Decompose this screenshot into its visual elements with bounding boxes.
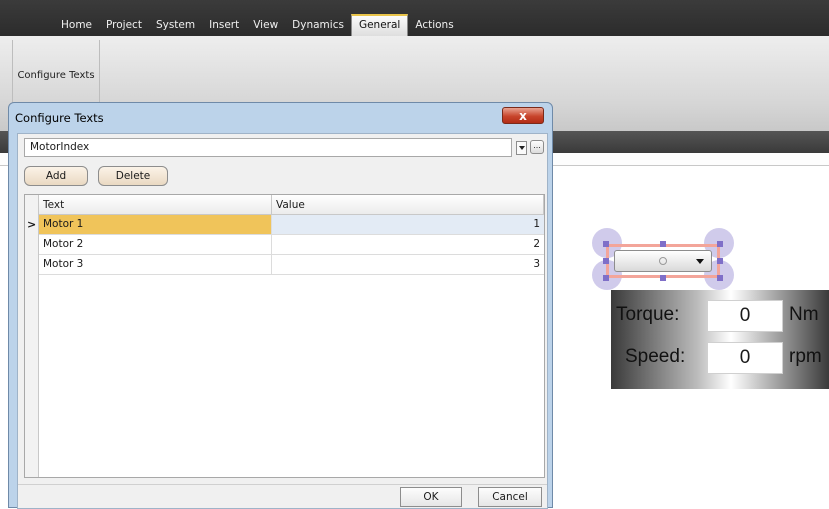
table-row[interactable]: Motor 3 3 <box>39 255 544 275</box>
tab-actions[interactable]: Actions <box>408 14 460 36</box>
resize-handle[interactable] <box>660 275 666 281</box>
table-row[interactable]: Motor 2 2 <box>39 235 544 255</box>
ok-button[interactable]: OK <box>400 487 462 507</box>
text-cell[interactable]: Motor 3 <box>39 255 272 274</box>
text-list-selector[interactable]: MotorIndex <box>24 138 512 157</box>
tab-project[interactable]: Project <box>99 14 149 36</box>
torque-value-field[interactable]: 0 <box>707 300 783 332</box>
chevron-down-icon[interactable] <box>696 259 704 264</box>
column-header-value[interactable]: Value <box>272 195 544 215</box>
resize-handle[interactable] <box>717 275 723 281</box>
tab-home[interactable]: Home <box>54 14 99 36</box>
speed-value-field[interactable]: 0 <box>707 342 783 374</box>
delete-button[interactable]: Delete <box>98 166 168 186</box>
table-row[interactable]: Motor 1 1 <box>39 215 544 235</box>
add-button[interactable]: Add <box>24 166 88 186</box>
column-header-text[interactable]: Text <box>39 195 272 215</box>
dropdown-arrow-icon[interactable] <box>516 141 527 155</box>
dialog-body: MotorIndex ... Add Delete Text Value > M… <box>17 133 548 509</box>
configure-texts-dialog: Configure Texts x MotorIndex ... Add Del… <box>8 102 553 509</box>
resize-handle[interactable] <box>717 258 723 264</box>
tab-dynamics[interactable]: Dynamics <box>285 14 351 36</box>
torque-unit: Nm <box>789 304 819 325</box>
resize-handle[interactable] <box>603 241 609 247</box>
resize-handle[interactable] <box>660 241 666 247</box>
tab-view[interactable]: View <box>246 14 285 36</box>
value-cell[interactable]: 2 <box>272 235 544 254</box>
text-cell[interactable]: Motor 1 <box>39 215 272 234</box>
dialog-title: Configure Texts <box>15 111 104 125</box>
center-dot-icon <box>659 257 667 265</box>
value-cell[interactable]: 3 <box>272 255 544 274</box>
current-row-indicator-icon: > <box>27 218 37 231</box>
ribbon-tab-bar: Home Project System Insert View Dynamics… <box>0 0 829 40</box>
speed-unit: rpm <box>789 346 822 367</box>
torque-label: Torque: <box>616 304 680 325</box>
text-cell[interactable]: Motor 2 <box>39 235 272 254</box>
value-cell[interactable]: 1 <box>272 215 544 234</box>
resize-handle[interactable] <box>603 275 609 281</box>
cancel-button[interactable]: Cancel <box>478 487 542 507</box>
text-value-grid: Text Value > Motor 1 1 Motor 2 2 Motor 3… <box>24 194 545 478</box>
tab-general[interactable]: General <box>350 14 409 36</box>
browse-ellipsis-button[interactable]: ... <box>530 140 544 154</box>
configure-texts-ribbon-button[interactable]: Configure Texts <box>12 40 100 110</box>
close-button[interactable]: x <box>502 107 544 124</box>
motor-combo-box[interactable] <box>614 250 712 272</box>
tab-insert[interactable]: Insert <box>202 14 246 36</box>
speed-label: Speed: <box>625 346 686 367</box>
tab-system[interactable]: System <box>149 14 202 36</box>
resize-handle[interactable] <box>603 258 609 264</box>
footer-divider <box>18 484 547 485</box>
combo-box-selection[interactable] <box>592 228 734 290</box>
motor-values-panel: Torque: 0 Nm Speed: 0 rpm <box>611 290 829 389</box>
row-header-column <box>25 195 39 477</box>
ribbon-tabs: Home Project System Insert View Dynamics… <box>54 14 461 36</box>
resize-handle[interactable] <box>717 241 723 247</box>
